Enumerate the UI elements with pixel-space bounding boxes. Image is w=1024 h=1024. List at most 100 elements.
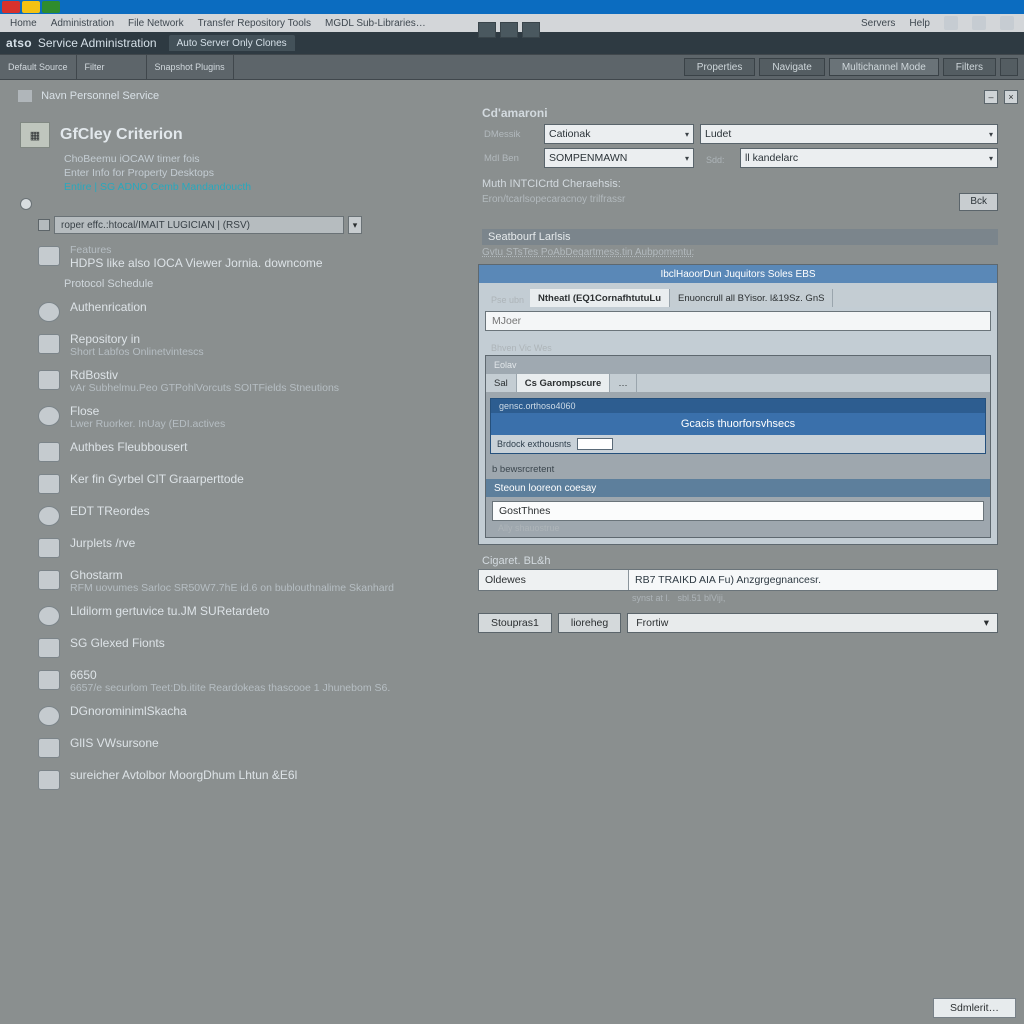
characters-hint: Eron/tcarlsopecaracnoy trilfrassr [482, 194, 625, 205]
app-brand: atso [6, 36, 32, 50]
os-taskbar [0, 0, 1024, 14]
ghostarm-item-title: Ghostarm [70, 568, 123, 582]
page-description: ChoBeemu iOCAW timer fois Enter Info for… [64, 152, 450, 194]
sureicher-item-icon [38, 770, 60, 790]
blue-top-caption: gensc.orthoso4060 [491, 399, 985, 413]
search-prefix-icon [38, 219, 50, 231]
jarplet-item-title: Jurplets /rve [70, 536, 135, 550]
viswerse-item-icon [38, 738, 60, 758]
feature-line: HDPS like also IOCA Viewer Jornia. downc… [70, 256, 323, 270]
start-yellow-icon[interactable] [22, 1, 40, 13]
inner-tab-a[interactable]: Sal [486, 374, 517, 392]
breadcrumb-icon [18, 90, 32, 102]
ribbon-slot-snapshot[interactable]: Snapshot Plugins [147, 55, 234, 79]
menu-filenet[interactable]: File Network [128, 18, 184, 29]
gosttunes-input[interactable]: GostThnes [492, 501, 984, 521]
ribbon-square-icon[interactable] [1000, 58, 1018, 76]
split-left[interactable]: Oldewes [479, 570, 629, 590]
rdbostiv-item[interactable]: RdBostivvAr Subhelmu.Peo GTPohlVorcuts S… [38, 368, 450, 394]
mdlben-label: Mdl Ben [478, 153, 538, 164]
6650-item-icon [38, 670, 60, 690]
ghostarm-item-icon [38, 570, 60, 590]
ghostarm-item-sub: RFM uovumes Sarloc SR50W7.7hE id.6 on bu… [70, 582, 394, 594]
window-close-icon[interactable] [1000, 16, 1014, 30]
6650-item-title: 6650 [70, 668, 97, 682]
shared-fonts-item[interactable]: SG Glexed Fionts [38, 636, 450, 658]
ghostarm-item[interactable]: GhostarmRFM uovumes Sarloc SR50W7.7hE id… [38, 568, 450, 594]
kerfin-item[interactable]: Ker fin Gyrbel CIT Graarperttode [38, 472, 450, 494]
start-green-icon[interactable] [42, 1, 60, 13]
back-button[interactable]: Bck [959, 193, 998, 211]
searchui-heading: Seatbourf Larlsis [482, 229, 998, 245]
ldd-item[interactable]: Lldilorm gertuvice tu.JM SURetardeto [38, 604, 450, 626]
suppress-button[interactable]: Stoupras1 [478, 613, 552, 633]
dashboard-tabs[interactable]: Ntheatl (EQ1CornafhtutuLu Enuoncrull all… [530, 289, 991, 307]
sureicher-item[interactable]: sureicher Avtolbor MoorgDhum Lhtun &E6l [38, 768, 450, 790]
auth-item[interactable]: Authenrication [38, 300, 450, 322]
blue-toolbar: Brdock exthousnts [491, 435, 985, 453]
ally-caption: Ally shauostrue [498, 523, 984, 533]
blue-title: Gcacis thuorforsvhsecs [491, 413, 985, 435]
path-label: DMessik [478, 129, 538, 140]
menu-home[interactable]: Home [10, 18, 37, 29]
app-subtitle: Service Administration [38, 36, 157, 50]
ribbon-btn-properties[interactable]: Properties [684, 58, 756, 76]
repository-item[interactable]: Repository inShort Labfos Onlinetvintesc… [38, 332, 450, 358]
dash-tab-a[interactable]: Ntheatl (EQ1CornafhtutuLu [530, 289, 670, 307]
titlebar-tab[interactable]: Auto Server Only Clones [169, 35, 295, 51]
sureicher-item-title: sureicher Avtolbor MoorgDhum Lhtun &E6l [70, 768, 297, 782]
blue-caption: Brdock exthousnts [497, 439, 571, 449]
path-select-a[interactable]: Cationak▾ [544, 124, 694, 144]
ribbon-slot-filter[interactable]: Filter [77, 55, 147, 79]
menu-sub[interactable]: MGDL Sub-Libraries… [325, 18, 426, 29]
inner-tab-c[interactable]: … [610, 374, 637, 392]
search-chevron-icon[interactable]: ▾ [348, 216, 362, 234]
mixer-input[interactable] [485, 311, 991, 331]
auth-item-icon [38, 302, 60, 322]
start-red-icon[interactable] [2, 1, 20, 13]
6650-item-sub: 6657/e securlom Teet:Db.itite Reardokeas… [70, 682, 390, 694]
jarplet-item-icon [38, 538, 60, 558]
eot-item-title: EDT TReordes [70, 504, 150, 518]
path-select-b[interactable]: Ludet▾ [700, 124, 998, 144]
inner-tab-cs[interactable]: Cs Garompscure [517, 374, 611, 392]
ribbon-btn-navigate[interactable]: Navigate [759, 58, 824, 76]
6650-item[interactable]: 66506657/e securlom Teet:Db.itite Reardo… [38, 668, 450, 694]
rdbostiv-item-sub: vAr Subhelmu.Peo GTPohlVorcuts SOITField… [70, 382, 339, 394]
blue-search-box[interactable] [577, 438, 613, 450]
auth-item-title: Authenrication [70, 300, 147, 314]
section-loaders-head[interactable]: Steoun looreon coesay [486, 479, 990, 497]
footer-submit-button[interactable]: Sdmlerit… [933, 998, 1016, 1018]
menu-tools[interactable]: Transfer Repository Tools [198, 18, 311, 29]
criterion-search-input[interactable] [54, 216, 344, 234]
auth-fb-item[interactable]: Authbes Fleubbousert [38, 440, 450, 462]
viswerse-item-title: GlIS VWsursone [70, 736, 159, 750]
title-icon-b[interactable] [500, 22, 518, 38]
repository-item-sub: Short Labfos Onlinetvintescs [70, 346, 204, 358]
menu-admin[interactable]: Administration [51, 18, 114, 29]
dash-tab-b[interactable]: Enuoncrull all BYisor. l&19Sz. GnS [670, 289, 833, 307]
cigaret-heading: Cigaret. BL&h [482, 555, 998, 567]
derbos-button[interactable]: lioreheg [558, 613, 621, 633]
mdlben-side-select[interactable]: ll kandelarc▾ [740, 148, 998, 168]
inner-panel: Eolav Sal Cs Garompscure … gensc.orthoso… [485, 355, 991, 538]
app-titlebar: atso Service Administration Auto Server … [0, 32, 1024, 54]
page-title: GfCley Criterion [60, 126, 183, 144]
mdlben-select[interactable]: SOMPENMAWN▾ [544, 148, 694, 168]
dashboard-title: IbclHaoorDun Juquitors Soles EBS [479, 265, 997, 283]
other-dropdown[interactable]: Frortiw▾ [627, 613, 998, 633]
ribbon-btn-filters[interactable]: Filters [943, 58, 996, 76]
ribbon-btn-multich[interactable]: Multichannel Mode [829, 58, 939, 76]
inner-tabs[interactable]: Sal Cs Garompscure … [486, 374, 990, 392]
title-icon-a[interactable] [478, 22, 496, 38]
docron-item[interactable]: DGnorominimlSkacha [38, 704, 450, 726]
title-icon-c[interactable] [522, 22, 540, 38]
flose-item[interactable]: FloseLwer Ruorker. InUay (EDI.actives [38, 404, 450, 430]
breadcrumb[interactable]: Navn Personnel Service [18, 90, 159, 102]
page-close-icon[interactable]: × [1004, 90, 1018, 104]
eot-item[interactable]: EDT TReordes [38, 504, 450, 526]
ribbon-slot-default[interactable]: Default Source [0, 55, 77, 79]
viswerse-item[interactable]: GlIS VWsursone [38, 736, 450, 758]
jarplet-item[interactable]: Jurplets /rve [38, 536, 450, 558]
searchui-sub[interactable]: Gvtu STsTes PoAbDeqartmess.tin Aubpoment… [482, 247, 998, 258]
